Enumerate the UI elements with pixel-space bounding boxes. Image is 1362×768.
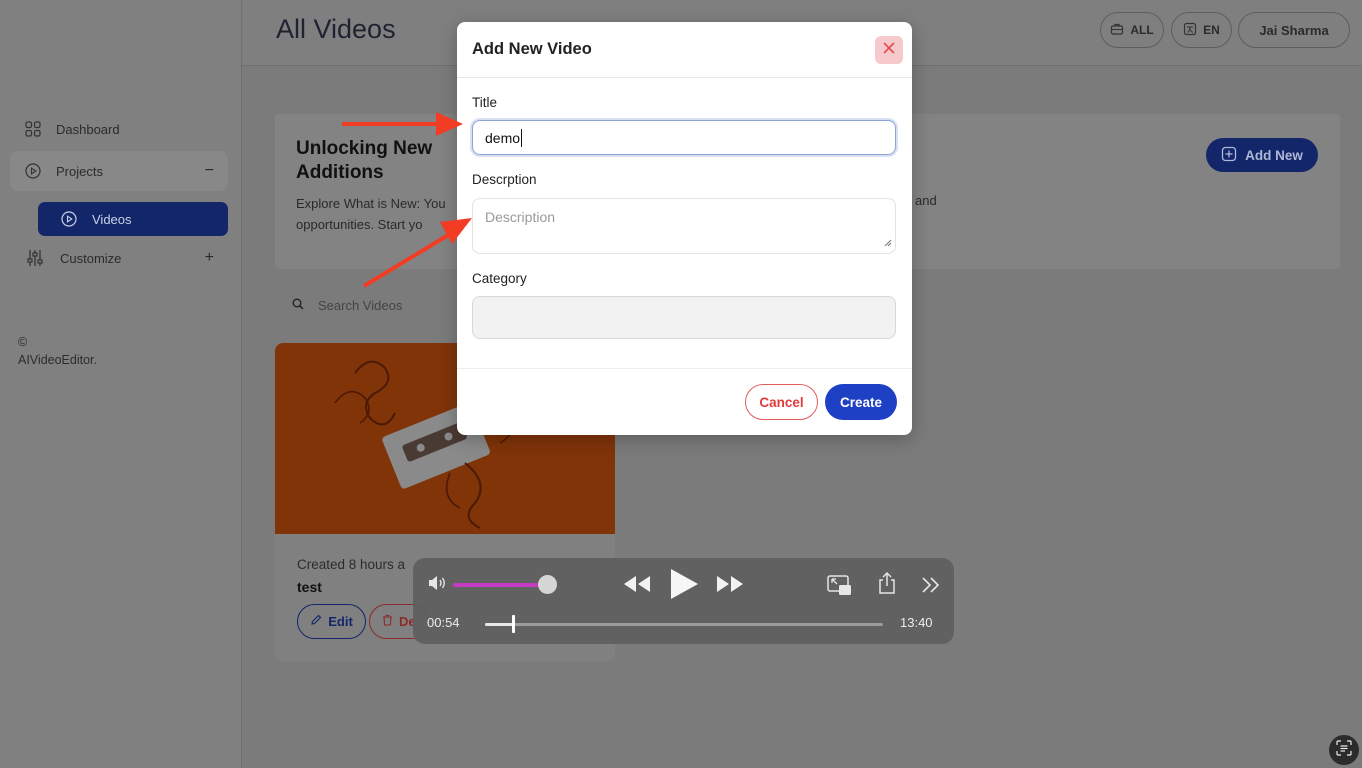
more-chevrons-icon[interactable]: [921, 576, 941, 594]
total-time: 13:40: [900, 615, 933, 630]
annotation-arrows: [342, 112, 472, 288]
live-text-button[interactable]: [1329, 735, 1359, 765]
play-icon[interactable]: [668, 567, 700, 601]
volume-slider-knob[interactable]: [537, 575, 557, 594]
fast-forward-icon[interactable]: [715, 574, 745, 594]
picture-in-picture-icon[interactable]: [827, 575, 853, 597]
rewind-icon[interactable]: [622, 574, 652, 594]
arrow-to-description-icon: [362, 218, 472, 288]
seek-bar[interactable]: [485, 615, 883, 633]
share-icon[interactable]: [877, 571, 897, 595]
seek-bar-progress: [485, 623, 513, 626]
current-time: 00:54: [427, 615, 460, 630]
arrow-to-title-icon: [342, 112, 463, 136]
seek-bar-handle[interactable]: [511, 615, 515, 633]
volume-slider[interactable]: [453, 583, 547, 587]
video-player-controls: 00:54 13:40: [413, 558, 954, 644]
volume-icon[interactable]: [427, 574, 449, 592]
text-scan-icon: [1336, 739, 1352, 761]
